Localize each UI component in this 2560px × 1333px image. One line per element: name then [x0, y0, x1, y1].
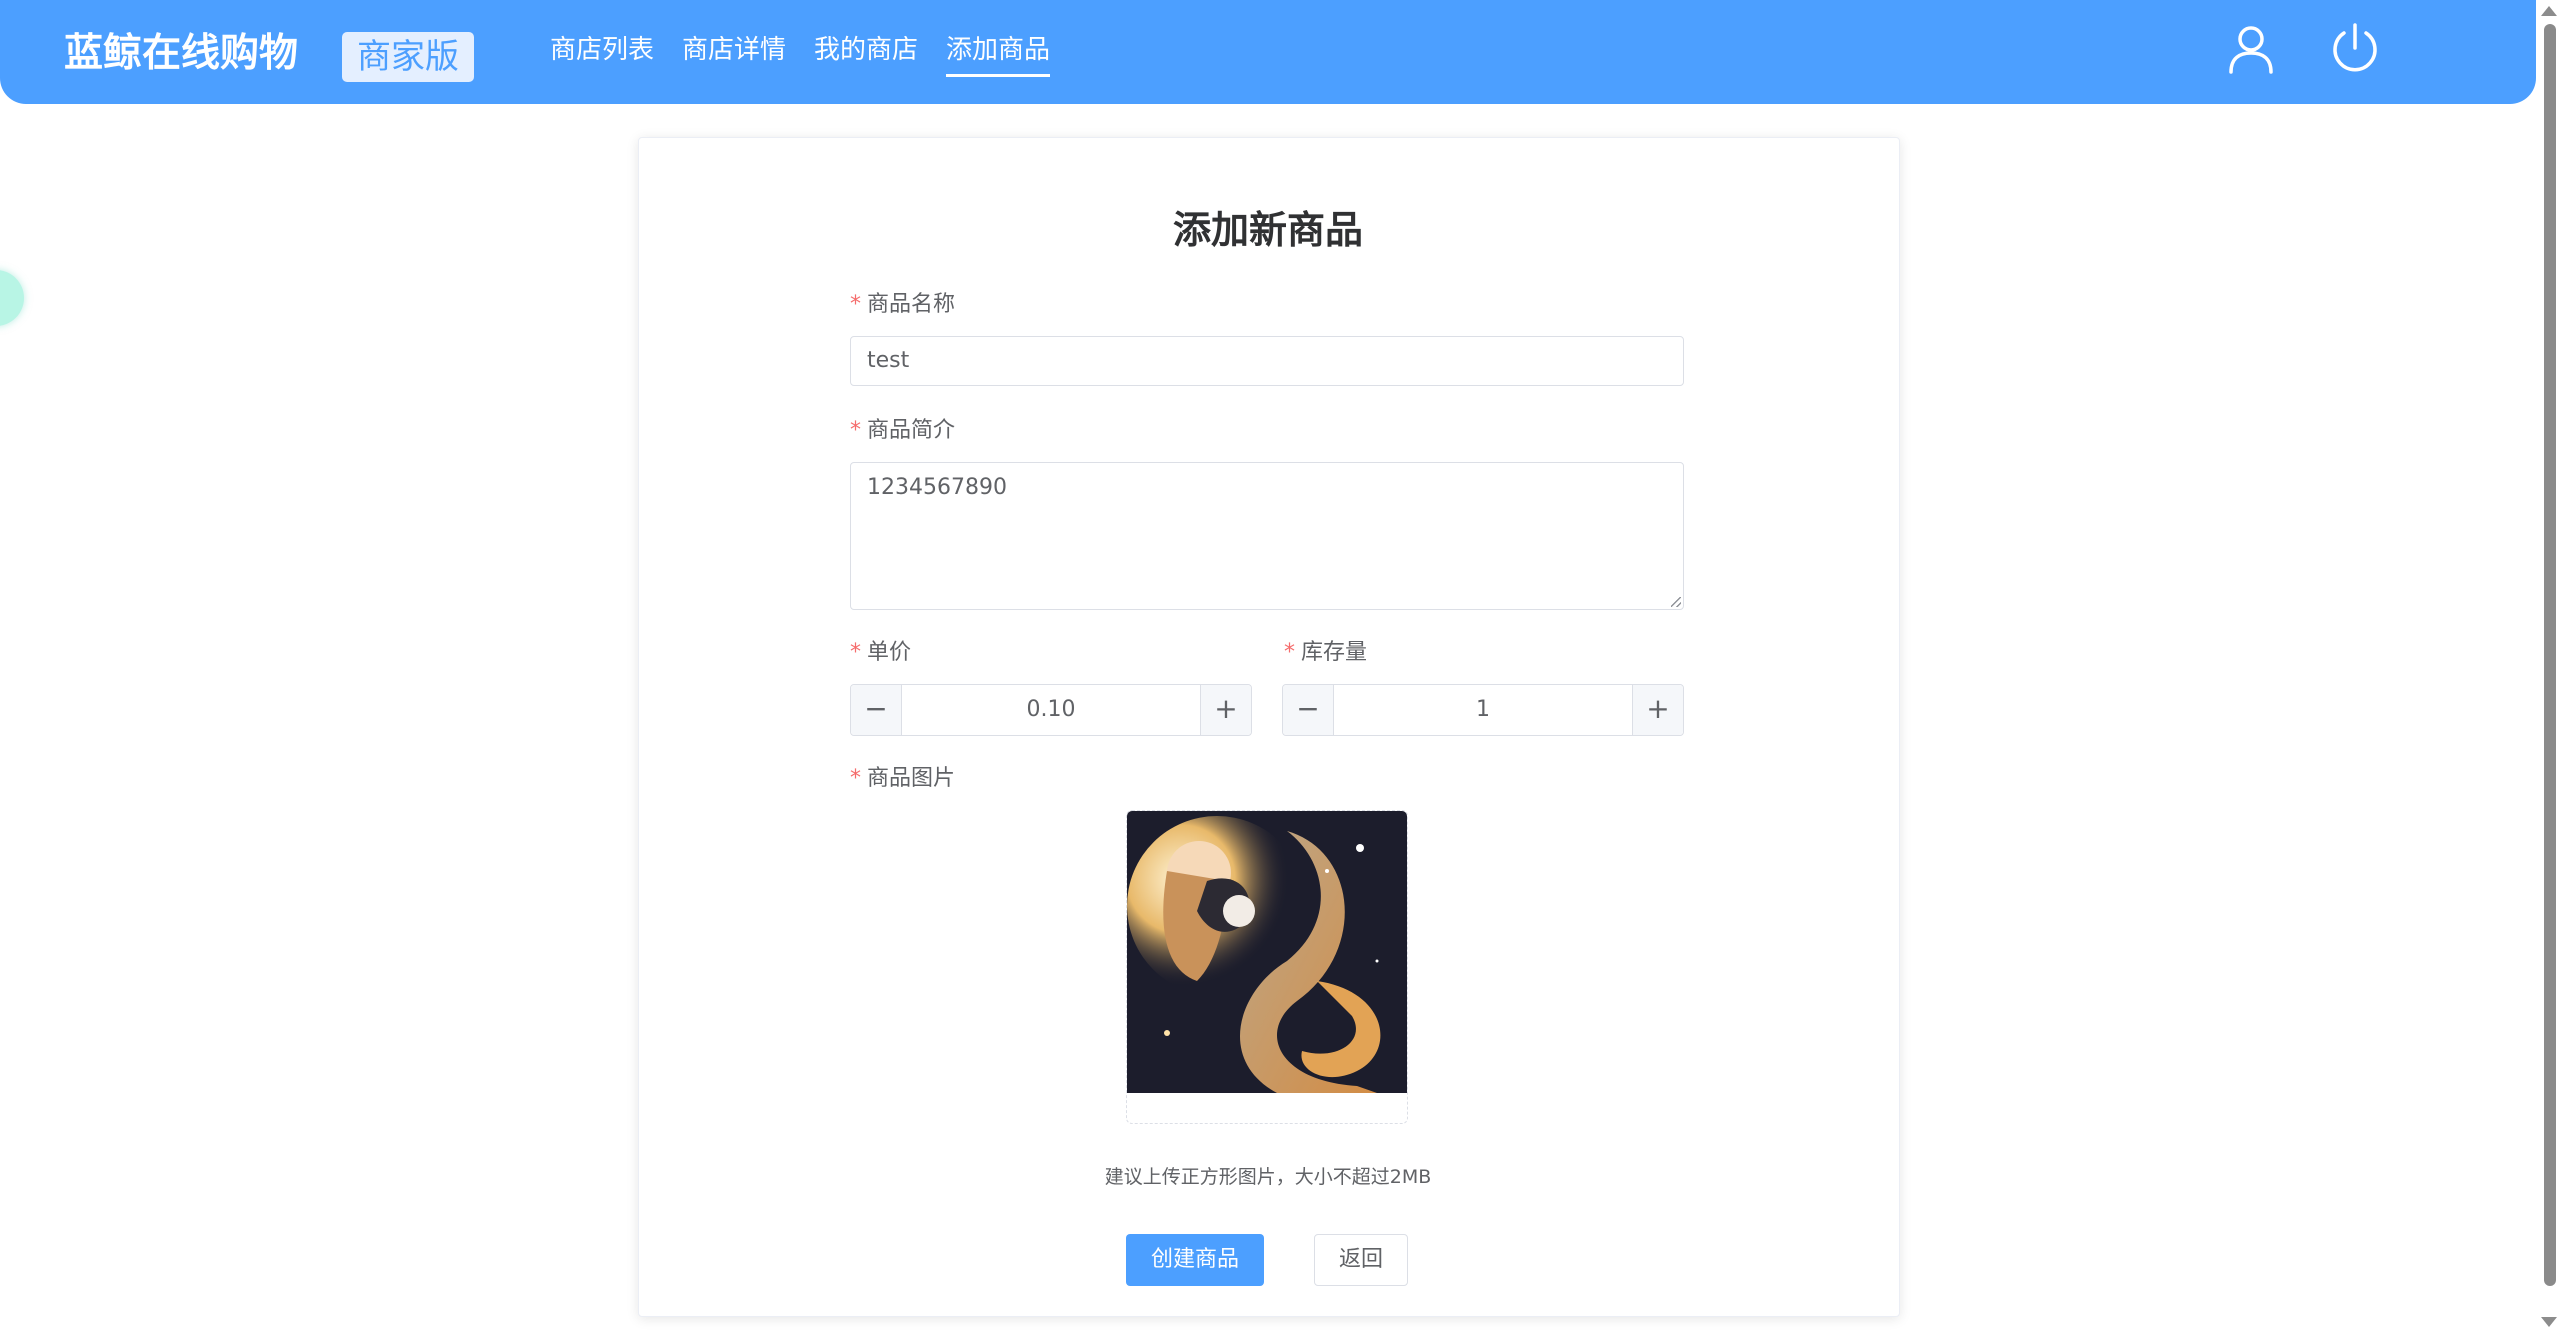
product-name-input[interactable]: test — [850, 336, 1684, 386]
image-upload-hint: 建议上传正方形图片，大小不超过2MB — [1104, 1166, 1432, 1188]
stock-input[interactable]: 1 — [1334, 685, 1632, 735]
resize-handle-icon[interactable] — [1671, 597, 1681, 607]
required-mark: * — [850, 418, 861, 443]
scroll-down-arrow-icon[interactable] — [2541, 1317, 2557, 1327]
nav-add-product[interactable]: 添加商品 — [946, 30, 1051, 77]
stock-decrease-button[interactable]: − — [1283, 685, 1334, 735]
create-product-button[interactable]: 创建商品 — [1126, 1234, 1264, 1286]
product-description-label: * 商品简介 — [850, 416, 955, 446]
stock-increase-button[interactable]: + — [1632, 685, 1683, 735]
required-mark: * — [850, 640, 861, 665]
required-mark: * — [850, 292, 861, 317]
page-scrollbar[interactable] — [2540, 0, 2560, 1333]
top-navbar: 蓝鲸在线购物 商家版 商店列表 商店详情 我的商店 添加商品 — [0, 0, 2536, 104]
product-description-value: 1234567890 — [867, 475, 1007, 500]
brand-title[interactable]: 蓝鲸在线购物 — [64, 24, 298, 84]
price-stepper: − 0.10 + — [850, 684, 1252, 736]
required-mark: * — [1284, 640, 1295, 665]
power-icon[interactable] — [2326, 20, 2384, 78]
product-image-label-text: 商品图片 — [867, 766, 956, 791]
product-name-label: * 商品名称 — [850, 290, 955, 320]
price-label-text: 单价 — [867, 640, 912, 665]
scroll-thumb[interactable] — [2544, 24, 2556, 1286]
price-decrease-button[interactable]: − — [851, 685, 902, 735]
nav-shop-list[interactable]: 商店列表 — [550, 30, 654, 74]
price-input[interactable]: 0.10 — [902, 685, 1200, 735]
nav-my-shop[interactable]: 我的商店 — [814, 30, 918, 74]
user-icon[interactable] — [2222, 20, 2280, 78]
back-button[interactable]: 返回 — [1314, 1234, 1408, 1286]
product-description-textarea[interactable]: 1234567890 — [850, 462, 1684, 610]
required-mark: * — [850, 766, 861, 791]
scroll-up-arrow-icon[interactable] — [2541, 6, 2557, 16]
add-product-card — [638, 137, 1900, 1317]
image-uploader[interactable] — [1126, 810, 1408, 1124]
product-image-preview — [1127, 811, 1407, 1093]
price-label: * 单价 — [850, 638, 911, 668]
nav-shop-detail[interactable]: 商店详情 — [682, 30, 786, 74]
floating-side-tab[interactable] — [0, 270, 24, 326]
form-title: 添加新商品 — [1172, 208, 1363, 252]
product-name-label-text: 商品名称 — [867, 292, 956, 317]
stock-label-text: 库存量 — [1301, 640, 1368, 665]
merchant-badge: 商家版 — [342, 32, 474, 82]
stock-label: * 库存量 — [1284, 638, 1367, 668]
stock-stepper: − 1 + — [1282, 684, 1684, 736]
price-increase-button[interactable]: + — [1200, 685, 1251, 735]
product-description-label-text: 商品简介 — [867, 418, 956, 443]
product-image-label: * 商品图片 — [850, 764, 955, 794]
